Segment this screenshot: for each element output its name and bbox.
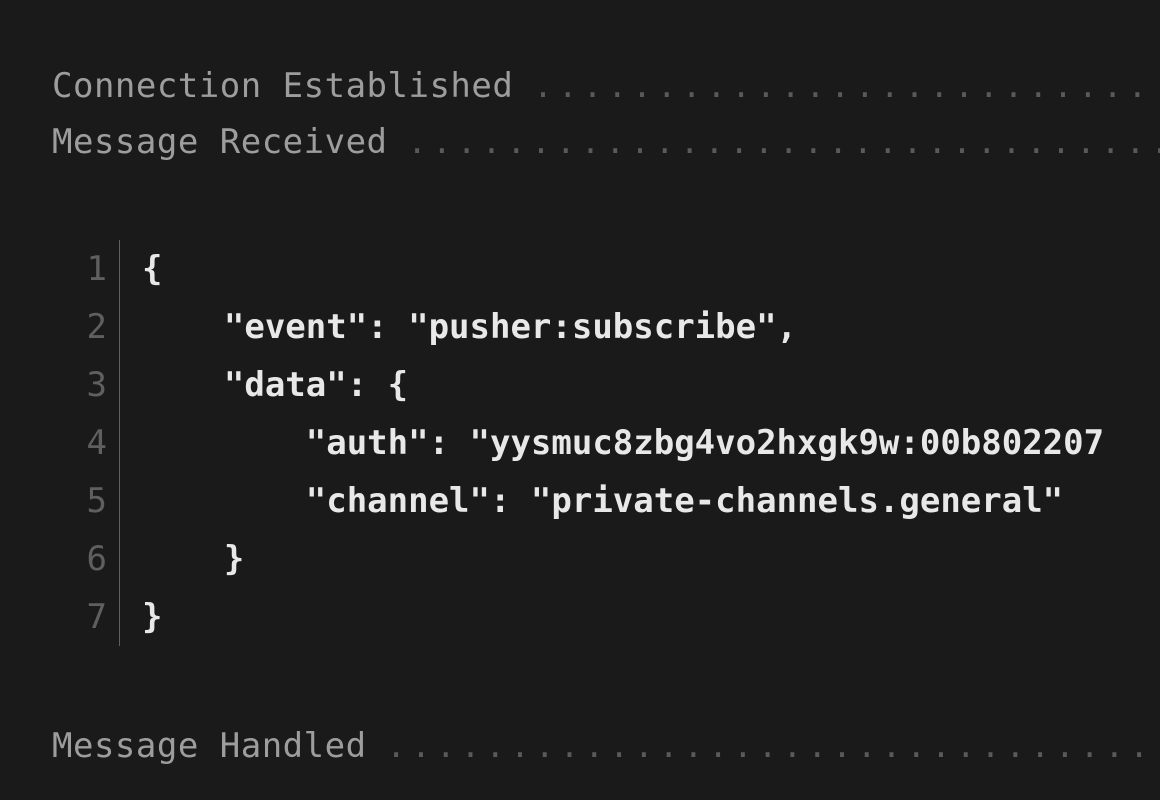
gutter-divider — [119, 530, 120, 588]
code-block: 1 { 2 "event": "pusher:subscribe", 3 "da… — [57, 240, 1160, 646]
code-content: "event": "pusher:subscribe", — [142, 298, 797, 356]
line-number: 4 — [57, 414, 107, 472]
log-dots: ........................................… — [387, 718, 1160, 774]
code-line: 5 "channel": "private-channels.general" — [57, 472, 1160, 530]
gutter-divider — [119, 588, 120, 646]
gutter-divider — [119, 240, 120, 298]
log-label: Message Received — [52, 114, 388, 170]
code-line: 4 "auth": "yysmuc8zbg4vo2hxgk9w:00b80220… — [57, 414, 1160, 472]
code-line: 2 "event": "pusher:subscribe", — [57, 298, 1160, 356]
log-line-connection-established: Connection Established .................… — [52, 58, 1160, 114]
line-number: 7 — [57, 588, 107, 646]
line-number: 3 — [57, 356, 107, 414]
code-content: "auth": "yysmuc8zbg4vo2hxgk9w:00b802207 — [142, 414, 1104, 472]
code-line: 7 } — [57, 588, 1160, 646]
code-content: } — [142, 530, 244, 588]
log-label: Connection Established — [52, 58, 513, 114]
code-line: 1 { — [57, 240, 1160, 298]
code-line: 3 "data": { — [57, 356, 1160, 414]
gutter-divider — [119, 414, 120, 472]
log-dots: ........................................… — [408, 114, 1160, 170]
line-number: 2 — [57, 298, 107, 356]
line-number: 5 — [57, 472, 107, 530]
log-label: Message Handled — [52, 718, 367, 774]
line-number: 6 — [57, 530, 107, 588]
code-content: } — [142, 588, 162, 646]
gutter-divider — [119, 356, 120, 414]
code-content: "channel": "private-channels.general" — [142, 472, 1063, 530]
log-line-message-handled: Message Handled ........................… — [52, 718, 1160, 774]
log-line-message-received: Message Received .......................… — [52, 114, 1160, 170]
line-number: 1 — [57, 240, 107, 298]
code-content: { — [142, 240, 162, 298]
code-line: 6 } — [57, 530, 1160, 588]
code-content: "data": { — [142, 356, 408, 414]
log-dots: ........................................… — [533, 58, 1160, 114]
gutter-divider — [119, 472, 120, 530]
gutter-divider — [119, 298, 120, 356]
